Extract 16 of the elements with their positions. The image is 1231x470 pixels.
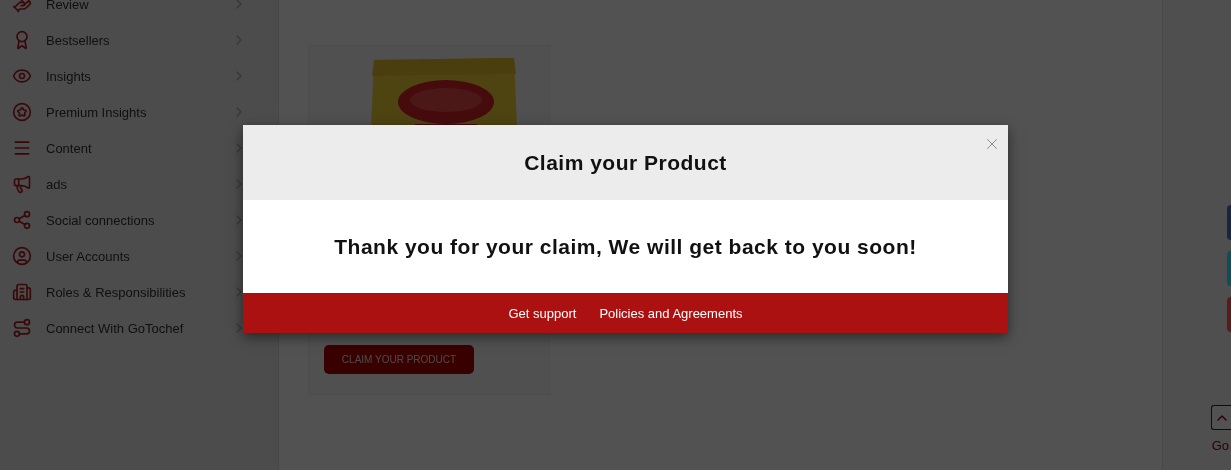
sidebar-item[interactable]: ads	[0, 166, 278, 202]
sidebar-item[interactable]: Social connections	[0, 202, 278, 238]
sidebar-item[interactable]: Connect With GoTochef	[0, 310, 278, 346]
sidebar-item[interactable]: Content	[0, 130, 278, 166]
sidebar-item[interactable]: Review	[0, 0, 278, 22]
dialog-message: Thank you for your claim, We will get back to you soon!	[334, 234, 917, 259]
footer-link[interactable]: Get support	[508, 305, 577, 321]
sidebar-item[interactable]: Roles & Responsibilities	[0, 274, 278, 310]
sidebar-item[interactable]: Bestsellers	[0, 22, 278, 58]
claim-product-button[interactable]: CLAIM YOUR PRODUCT	[324, 345, 474, 374]
sidebar-item[interactable]: Premium Insights	[0, 94, 278, 130]
go-up-label: Go	[1211, 438, 1229, 453]
sidebar-item[interactable]: Insights	[0, 58, 278, 94]
sidebar-item[interactable]: User Accounts	[0, 238, 278, 274]
footer-link[interactable]: Policies and Agreements	[599, 305, 743, 321]
dialog-title: Claim your Product	[524, 150, 727, 175]
